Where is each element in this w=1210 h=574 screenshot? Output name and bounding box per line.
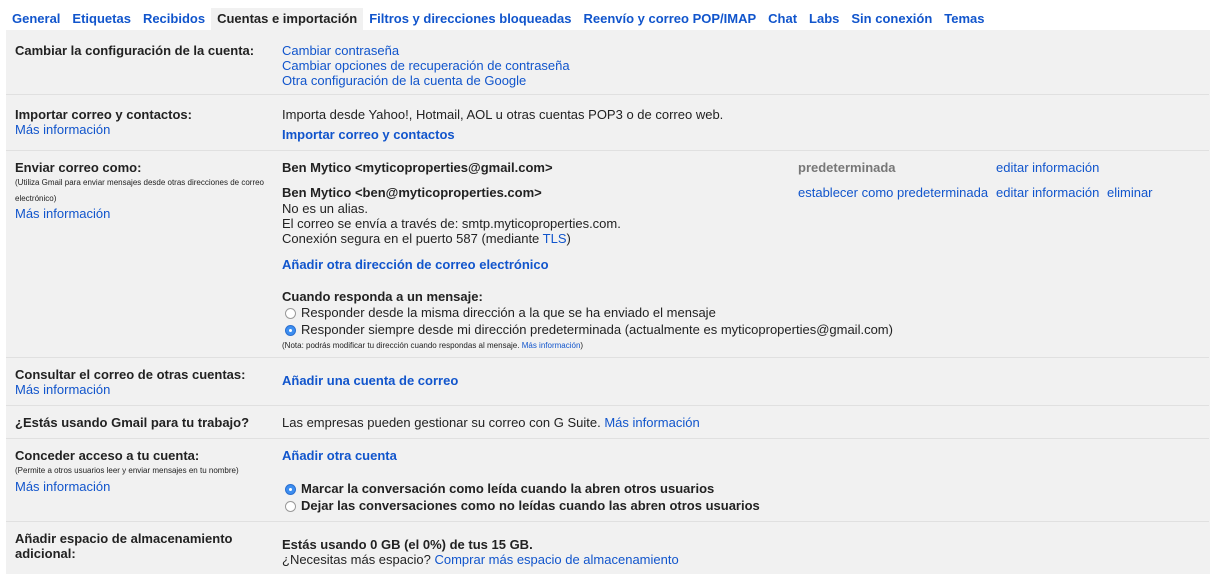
mark-read-label: Marcar la conversación como leída cuando…: [301, 481, 715, 496]
add-mail-account-link[interactable]: Añadir una cuenta de correo: [282, 373, 458, 388]
add-email-address-link[interactable]: Añadir otra dirección de correo electrón…: [282, 257, 549, 272]
tab-labels[interactable]: Etiquetas: [66, 8, 137, 30]
tab-labs[interactable]: Labs: [803, 8, 845, 30]
delete-address-link[interactable]: eliminar: [1107, 185, 1153, 200]
grant-label: Conceder acceso a tu cuenta:: [15, 448, 200, 463]
tab-themes[interactable]: Temas: [938, 8, 990, 30]
reply-heading: Cuando responda a un mensaje:: [282, 289, 483, 304]
smtp-note: El correo se envía a través de: smtp.myt…: [282, 216, 621, 231]
mark-read-radio[interactable]: [285, 484, 296, 495]
work-text: Las empresas pueden gestionar su correo …: [282, 415, 700, 430]
storage-label: Añadir espacio de almacenamiento adicion…: [15, 531, 233, 561]
reply-note: (Nota: podrás modificar tu dirección cua…: [282, 338, 583, 353]
send-as-address-2: Ben Mytico <ben@myticoproperties.com>: [282, 185, 542, 200]
check-mail-more-info-link[interactable]: Más información: [15, 382, 110, 397]
edit-info-link-2[interactable]: editar información: [996, 185, 1099, 200]
settings-panel: Cambiar la configuración de la cuenta: C…: [6, 30, 1210, 574]
recovery-options-link[interactable]: Cambiar opciones de recuperación de cont…: [282, 58, 570, 73]
reply-note-end: ): [580, 341, 584, 350]
reply-note-more-link[interactable]: Más información: [522, 341, 581, 350]
import-label: Importar correo y contactos:: [15, 107, 192, 122]
import-more-info-link[interactable]: Más información: [15, 122, 110, 137]
secure-suffix: ): [566, 231, 571, 246]
storage-usage: Estás usando 0 GB (el 0%) de tus 15 GB.: [282, 537, 533, 552]
row-storage: Añadir espacio de almacenamiento adicion…: [6, 522, 1209, 574]
tab-filters[interactable]: Filtros y direcciones bloqueadas: [363, 8, 577, 30]
reply-default-address-radio[interactable]: [285, 325, 296, 336]
secure-prefix: Conexión segura en el puerto 587 (median…: [282, 231, 543, 246]
grant-note: (Permite a otros usuarios leer y enviar …: [15, 466, 239, 475]
grant-more-info-link[interactable]: Más información: [15, 479, 110, 494]
check-mail-label: Consultar el correo de otras cuentas:: [15, 367, 246, 382]
alias-note: No es un alias.: [282, 201, 368, 216]
buy-storage-link[interactable]: Comprar más espacio de almacenamiento: [434, 552, 678, 567]
import-description: Importa desde Yahoo!, Hotmail, AOL u otr…: [282, 107, 724, 122]
row-work: ¿Estás usando Gmail para tu trabajo? Las…: [6, 406, 1209, 439]
change-account-label: Cambiar la configuración de la cuenta:: [15, 43, 255, 58]
secure-connection-note: Conexión segura en el puerto 587 (median…: [282, 231, 571, 246]
send-as-label: Enviar correo como:: [15, 160, 142, 175]
row-change-account: Cambiar la configuración de la cuenta: C…: [6, 30, 1209, 95]
tab-accounts-import[interactable]: Cuentas e importación: [211, 8, 364, 30]
storage-question: ¿Necesitas más espacio?: [282, 552, 431, 567]
leave-unread-radio[interactable]: [285, 501, 296, 512]
row-grant-access: Conceder acceso a tu cuenta: (Permite a …: [6, 439, 1209, 522]
reply-same-address-label: Responder desde la misma dirección a la …: [301, 305, 716, 320]
settings-tabs: General Etiquetas Recibidos Cuentas e im…: [6, 8, 991, 30]
tab-inbox[interactable]: Recibidos: [137, 8, 211, 30]
row-send-as: Enviar correo como: (Utiliza Gmail para …: [6, 151, 1209, 358]
send-as-note: (Utiliza Gmail para enviar mensajes desd…: [15, 178, 264, 203]
work-description: Las empresas pueden gestionar su correo …: [282, 415, 601, 430]
set-default-link[interactable]: establecer como predeterminada: [798, 185, 988, 200]
tab-general[interactable]: General: [6, 8, 66, 30]
row-import: Importar correo y contactos: Más informa…: [6, 95, 1209, 151]
default-badge: predeterminada: [798, 160, 896, 175]
reply-default-address-label: Responder siempre desde mi dirección pre…: [301, 322, 893, 337]
send-as-address-1: Ben Mytico <myticoproperties@gmail.com>: [282, 160, 553, 175]
leave-unread-label: Dejar las conversaciones como no leídas …: [301, 498, 760, 513]
change-password-link[interactable]: Cambiar contraseña: [282, 43, 399, 58]
edit-info-link-1[interactable]: editar información: [996, 160, 1099, 175]
send-as-more-info-link[interactable]: Más información: [15, 206, 110, 221]
tab-forwarding[interactable]: Reenvío y correo POP/IMAP: [577, 8, 762, 30]
reply-same-address-radio[interactable]: [285, 308, 296, 319]
google-account-link[interactable]: Otra configuración de la cuenta de Googl…: [282, 73, 526, 88]
row-check-mail: Consultar el correo de otras cuentas: Má…: [6, 358, 1209, 406]
tab-offline[interactable]: Sin conexión: [845, 8, 938, 30]
tab-chat[interactable]: Chat: [762, 8, 803, 30]
import-mail-contacts-link[interactable]: Importar correo y contactos: [282, 127, 455, 142]
add-another-account-link[interactable]: Añadir otra cuenta: [282, 448, 397, 463]
work-more-info-link[interactable]: Más información: [604, 415, 699, 430]
tls-link[interactable]: TLS: [543, 231, 567, 246]
work-label: ¿Estás usando Gmail para tu trabajo?: [15, 415, 250, 430]
storage-question-line: ¿Necesitas más espacio? Comprar más espa…: [282, 552, 679, 567]
reply-note-text: (Nota: podrás modificar tu dirección cua…: [282, 341, 520, 350]
